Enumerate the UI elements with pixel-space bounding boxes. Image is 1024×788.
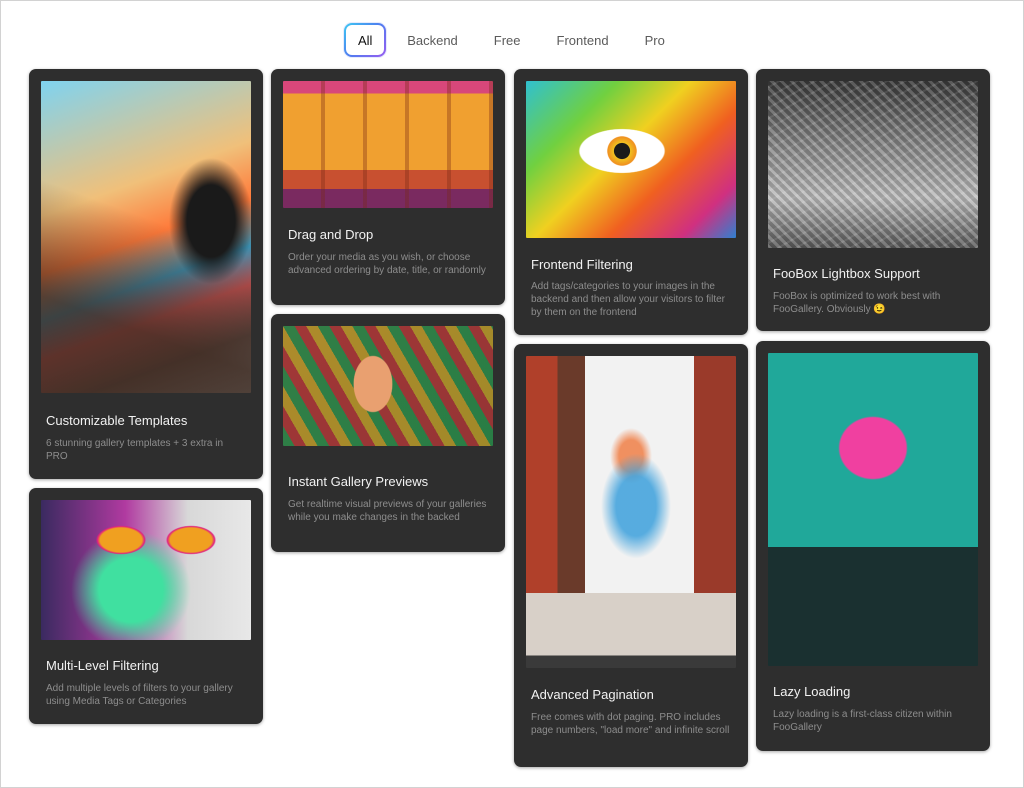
gallery-card[interactable]: Lazy Loading Lazy loading is a first-cla… (756, 341, 990, 751)
card-image[interactable] (768, 353, 978, 666)
gallery-card[interactable]: Instant Gallery Previews Get realtime vi… (271, 314, 505, 552)
card-image[interactable] (283, 326, 493, 446)
card-title: Multi-Level Filtering (46, 658, 159, 673)
gallery-card[interactable]: Multi-Level Filtering Add multiple level… (29, 488, 263, 724)
card-image[interactable] (41, 81, 251, 393)
tab-frontend[interactable]: Frontend (542, 23, 624, 57)
tab-free[interactable]: Free (479, 23, 536, 57)
tab-all[interactable]: All (344, 23, 386, 57)
tab-backend[interactable]: Backend (392, 23, 473, 57)
card-description: Add multiple levels of filters to your g… (46, 683, 233, 707)
card-title: Advanced Pagination (531, 687, 654, 702)
card-image[interactable] (526, 81, 736, 238)
card-title: Customizable Templates (46, 413, 188, 428)
gallery-card[interactable]: Customizable Templates 6 stunning galler… (29, 69, 263, 479)
card-description: 6 stunning gallery templates + 3 extra i… (46, 438, 224, 462)
card-title: Frontend Filtering (531, 257, 633, 272)
filter-tabs: All Backend Free Frontend Pro (0, 22, 1024, 58)
card-description: Order your media as you wish, or choose … (288, 252, 486, 276)
gallery-card[interactable]: Advanced Pagination Free comes with dot … (514, 344, 748, 767)
card-image[interactable] (768, 81, 978, 248)
card-image[interactable] (283, 81, 493, 208)
gallery-card[interactable]: Frontend Filtering Add tags/categories t… (514, 69, 748, 335)
card-image[interactable] (526, 356, 736, 668)
card-title: Lazy Loading (773, 684, 851, 699)
card-description: Free comes with dot paging. PRO includes… (531, 712, 730, 736)
card-title: Instant Gallery Previews (288, 474, 429, 489)
gallery-card[interactable]: Drag and Drop Order your media as you wi… (271, 69, 505, 305)
tab-pro[interactable]: Pro (630, 23, 680, 57)
card-description: Lazy loading is a first-class citizen wi… (773, 709, 952, 733)
card-image[interactable] (41, 500, 251, 640)
card-description: Get realtime visual previews of your gal… (288, 499, 487, 523)
card-description: Add tags/categories to your images in th… (531, 281, 725, 318)
gallery-card[interactable]: FooBox Lightbox Support FooBox is optimi… (756, 69, 990, 331)
card-title: Drag and Drop (288, 227, 374, 242)
card-title: FooBox Lightbox Support (773, 266, 920, 281)
card-description: FooBox is optimized to work best with Fo… (773, 291, 941, 315)
